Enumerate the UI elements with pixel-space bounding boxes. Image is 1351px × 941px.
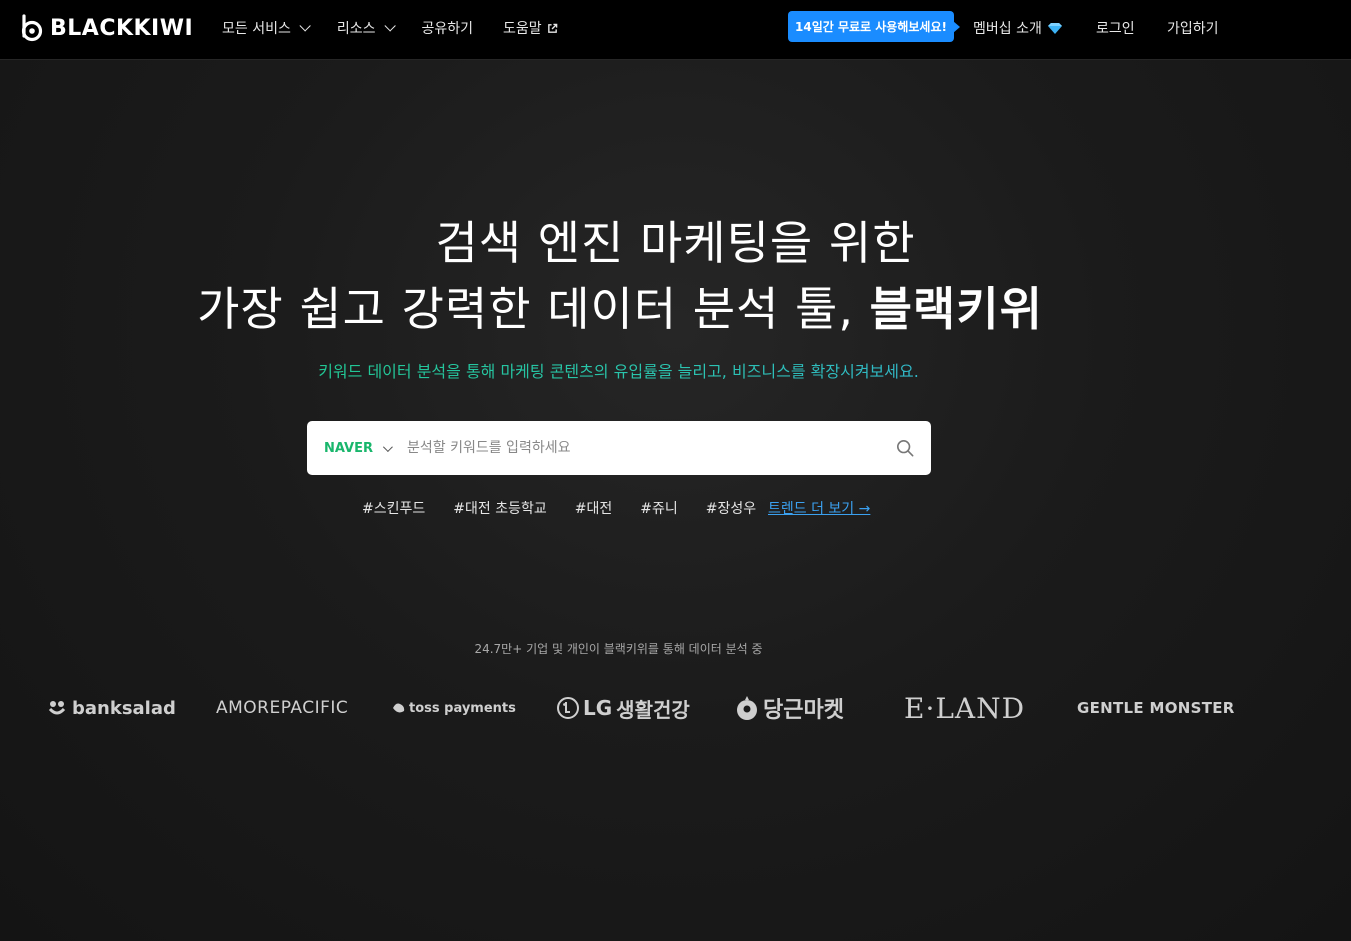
- toss-payments-text: toss payments: [409, 700, 516, 716]
- nav-all-services-label: 모든 서비스: [222, 21, 291, 37]
- more-trends-link[interactable]: 트렌드 더 보기 →: [768, 498, 870, 518]
- nav-resources[interactable]: 리소스: [336, 18, 396, 38]
- trend-tag[interactable]: #장성우: [706, 498, 756, 518]
- trending-tags: #스킨푸드 #대전 초등학교 #대전 #쥬니 #장성우: [362, 498, 756, 518]
- external-link-icon: [547, 23, 557, 33]
- hero-heading-line2: 가장 쉽고 강력한 데이터 분석 툴, 블랙키위: [0, 273, 1240, 339]
- search-button[interactable]: [879, 421, 931, 475]
- chevron-down-icon: [383, 20, 396, 32]
- banksalad-text: banksalad: [72, 697, 176, 719]
- trend-tag[interactable]: #대전: [575, 498, 613, 518]
- toss-icon: [393, 703, 405, 713]
- eland-logo: E·LAND: [904, 691, 1026, 725]
- lg-mark-text: LG: [583, 696, 613, 720]
- banksalad-icon: [48, 701, 66, 715]
- trend-tag[interactable]: #대전 초등학교: [453, 498, 546, 518]
- nav-all-services[interactable]: 모든 서비스: [222, 18, 311, 38]
- diamond-icon: [1047, 23, 1062, 34]
- nav-share[interactable]: 공유하기: [422, 18, 474, 38]
- membership-label: 멤버십 소개: [973, 21, 1042, 37]
- hero-heading-line1: 검색 엔진 마케팅을 위한: [435, 216, 916, 270]
- lg-icon: [557, 697, 579, 719]
- search-icon: [896, 439, 914, 457]
- keyword-search-bar: NAVER: [307, 421, 931, 475]
- free-trial-badge[interactable]: 14일간 무료로 사용해보세요!: [788, 11, 960, 42]
- daangn-text: 당근마켓: [763, 698, 844, 723]
- trend-tag[interactable]: #쥬니: [640, 498, 678, 518]
- nav-help[interactable]: 도움말: [503, 18, 558, 38]
- signup-link[interactable]: 가입하기: [1167, 18, 1219, 38]
- amorepacific-logo: AMOREPACIFIC: [216, 698, 349, 718]
- blackkiwi-logo[interactable]: BLACKKIWI: [20, 13, 193, 43]
- hero-heading-brand: 블랙키위: [869, 282, 1043, 336]
- user-count-stat: 24.7만+ 기업 및 개인이 블랙키위를 통해 데이터 분석 중: [474, 642, 763, 656]
- search-engine-select[interactable]: NAVER: [307, 441, 407, 456]
- chevron-down-icon: [382, 441, 393, 452]
- hero-heading-prefix: 가장 쉽고 강력한 데이터 분석 툴,: [197, 282, 870, 336]
- membership-link[interactable]: 멤버십 소개: [973, 18, 1062, 38]
- nav-resources-label: 리소스: [336, 21, 376, 37]
- carrot-icon: [737, 696, 757, 720]
- nav-help-label: 도움말: [503, 21, 542, 37]
- banksalad-logo: banksalad: [48, 690, 176, 726]
- main-nav: 모든 서비스 리소스 공유하기 도움말: [222, 0, 558, 56]
- search-input[interactable]: [407, 421, 879, 475]
- chevron-down-icon: [299, 20, 311, 32]
- client-logos: banksalad AMOREPACIFIC toss payments LG 생…: [0, 690, 1351, 730]
- toss-payments-logo: toss payments: [392, 690, 516, 726]
- login-link[interactable]: 로그인: [1096, 18, 1135, 38]
- lg-household-logo: LG 생활건강: [557, 690, 690, 726]
- logo-text: BLACKKIWI: [50, 15, 194, 41]
- nav-share-label: 공유하기: [421, 21, 474, 37]
- top-header: BLACKKIWI 모든 서비스 리소스 공유하기 도움말 14일간 무료로 사…: [0, 0, 1351, 60]
- trend-tag[interactable]: #스킨푸드: [362, 498, 425, 518]
- hero-subtitle: 키워드 데이터 분석을 통해 마케팅 콘텐츠의 유입률을 늘리고, 비즈니스를 …: [0, 358, 1237, 382]
- logo-icon: [21, 14, 43, 42]
- lg-household-text: 생활건강: [616, 697, 690, 722]
- search-engine-label: NAVER: [324, 440, 374, 456]
- daangn-logo: 당근마켓: [735, 690, 844, 726]
- gentle-monster-logo: GENTLE MONSTER: [1077, 699, 1235, 717]
